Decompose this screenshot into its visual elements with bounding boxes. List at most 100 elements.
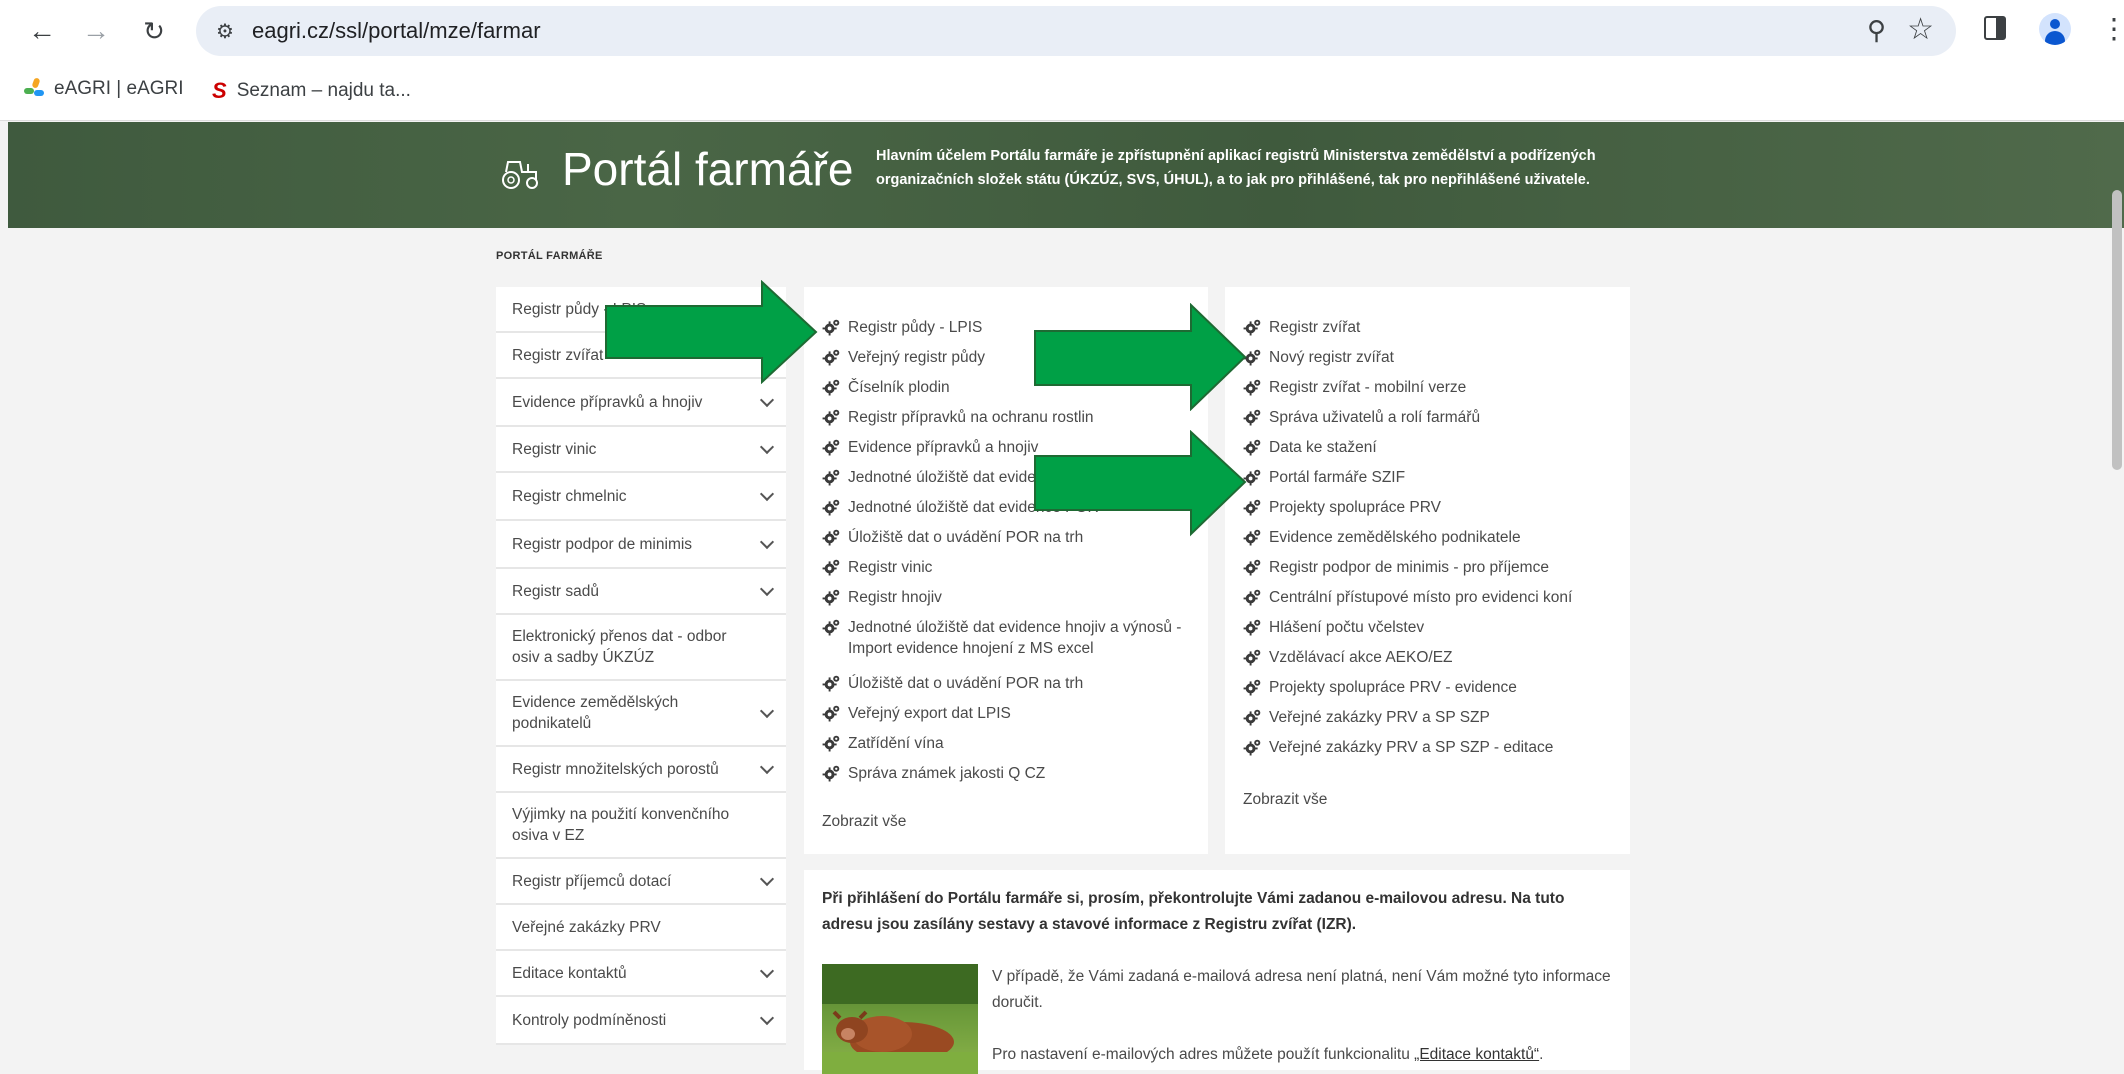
sidebar-item[interactable]: Registr příjemců dotací: [496, 859, 786, 905]
sidebar-item-label: Elektronický přenos dat - odbor osiv a s…: [512, 628, 727, 666]
page-title[interactable]: Portál farmáře: [562, 142, 853, 196]
sidebar-item[interactable]: Registr množitelských porostů: [496, 747, 786, 793]
sidebar-item-label: Veřejné zakázky PRV: [512, 918, 661, 936]
email-invalid-text: V případě, že Vámi zadaná e-mailová adre…: [992, 968, 1611, 1011]
app-link[interactable]: Centrální přístupové místo pro evidenci …: [1243, 587, 1629, 608]
app-link[interactable]: Data ke stažení: [1243, 437, 1629, 458]
app-link[interactable]: Vzdělávací akce AEKO/EZ: [1243, 647, 1629, 668]
seznam-logo-icon: S: [212, 78, 227, 103]
gear-icon: [1243, 618, 1262, 637]
chevron-down-icon[interactable]: [759, 1010, 775, 1026]
zoom-icon[interactable]: ⚲: [1867, 15, 1886, 46]
browser-menu-icon[interactable]: ⋮: [2100, 12, 2124, 45]
app-link-label: Centrální přístupové místo pro evidenci …: [1269, 589, 1573, 606]
sidebar-item-label: Evidence zemědělských podnikatelů: [512, 694, 679, 732]
chevron-down-icon[interactable]: [759, 486, 775, 502]
app-link[interactable]: Hlášení počtu včelstev: [1243, 617, 1629, 638]
chevron-down-icon[interactable]: [759, 534, 775, 550]
chevron-down-icon[interactable]: [759, 581, 775, 597]
bookmarks-bar: eAGRI | eAGRI S Seznam – najdu ta...: [0, 62, 2124, 121]
gear-icon: [1243, 708, 1262, 727]
annotation-arrow-3: [1034, 430, 1247, 537]
email-notice: Při přihlášení do Portálu farmáře si, pr…: [822, 890, 1565, 933]
edit-contacts-link[interactable]: „Editace kontaktů“: [1414, 1046, 1539, 1063]
bookmark-eagri[interactable]: eAGRI | eAGRI: [24, 77, 184, 100]
app-link-label: Registr půdy - LPIS: [848, 319, 983, 336]
app-link[interactable]: Úložiště dat o uvádění POR na trh: [822, 673, 1208, 694]
reload-icon[interactable]: ↻: [136, 13, 172, 49]
app-link[interactable]: Registr hnojiv: [822, 587, 1208, 608]
app-link-label: Projekty spolupráce PRV - evidence: [1269, 679, 1517, 696]
app-link[interactable]: Registr podpor de minimis - pro příjemce: [1243, 557, 1629, 578]
side-panel-icon[interactable]: [1984, 16, 2006, 40]
app-link[interactable]: Veřejný export dat LPIS: [822, 703, 1208, 724]
app-link[interactable]: Projekty spolupráce PRV: [1243, 497, 1629, 518]
app-link[interactable]: Nový registr zvířat: [1243, 347, 1629, 368]
sidebar-item-label: Editace kontaktů: [512, 964, 627, 982]
app-link[interactable]: Projekty spolupráce PRV - evidence: [1243, 677, 1629, 698]
bookmark-seznam[interactable]: S Seznam – najdu ta...: [212, 78, 411, 104]
sidebar-item[interactable]: Elektronický přenos dat - odbor osiv a s…: [496, 615, 786, 681]
app-link[interactable]: Zatřídění vína: [822, 733, 1208, 754]
app-link[interactable]: Registr zvířat: [1243, 317, 1629, 338]
sidebar-item-label: Výjimky na použití konvenčního osiva v E…: [512, 806, 730, 844]
sidebar-item-label: Registr chmelnic: [512, 487, 627, 505]
chevron-down-icon[interactable]: [759, 703, 775, 719]
bookmark-label: Seznam – najdu ta...: [236, 80, 411, 101]
app-link[interactable]: Veřejné zakázky PRV a SP SZP: [1243, 707, 1629, 728]
chevron-down-icon[interactable]: [759, 963, 775, 979]
app-link-label: Nový registr zvířat: [1269, 349, 1394, 366]
app-link-label: Registr hnojiv: [848, 589, 942, 606]
chevron-down-icon[interactable]: [759, 759, 775, 775]
sidebar-item[interactable]: Registr podpor de minimis: [496, 521, 786, 569]
app-link-label: Evidence přípravků a hnojiv: [848, 439, 1039, 456]
gear-icon: [822, 764, 841, 783]
sidebar-item[interactable]: Výjimky na použití konvenčního osiva v E…: [496, 793, 786, 859]
gear-icon: [822, 528, 841, 547]
gear-icon: [822, 558, 841, 577]
sidebar-item-label: Registr podpor de minimis: [512, 535, 693, 553]
site-info-icon[interactable]: ⚙: [210, 16, 240, 46]
app-link[interactable]: Správa známek jakosti Q CZ: [822, 763, 1208, 784]
app-link-label: Evidence zemědělského podnikatele: [1269, 529, 1521, 546]
back-icon[interactable]: ←: [24, 13, 60, 49]
app-link-label: Registr přípravků na ochranu rostlin: [848, 409, 1094, 426]
app-link[interactable]: Portál farmáře SZIF: [1243, 467, 1629, 488]
app-link-label: Veřejné zakázky PRV a SP SZP - editace: [1269, 739, 1554, 756]
sidebar-item[interactable]: Evidence přípravků a hnojiv: [496, 379, 786, 427]
sidebar-item[interactable]: Kontroly podmíněnosti: [496, 997, 786, 1045]
gear-icon: [822, 674, 841, 693]
chevron-down-icon[interactable]: [759, 871, 775, 887]
app-link[interactable]: Evidence zemědělského podnikatele: [1243, 527, 1629, 548]
app-link-label: Registr zvířat: [1269, 319, 1361, 336]
cow-image: [822, 964, 978, 1074]
sidebar-item-label: Registr množitelských porostů: [512, 760, 719, 778]
sidebar-item[interactable]: Registr sadů: [496, 569, 786, 615]
app-link[interactable]: Registr vinic: [822, 557, 1208, 578]
app-link-label: Správa známek jakosti Q CZ: [848, 765, 1046, 782]
app-link-label: Veřejný registr půdy: [848, 349, 985, 366]
gear-icon: [822, 498, 841, 517]
sidebar-item[interactable]: Editace kontaktů: [496, 951, 786, 997]
show-all-link[interactable]: Zobrazit vše: [1243, 791, 1327, 809]
address-bar[interactable]: ⚙ eagri.cz/ssl/portal/mze/farmar ⚲ ☆: [196, 6, 1956, 56]
sidebar-item[interactable]: Veřejné zakázky PRV: [496, 905, 786, 951]
gear-icon: [822, 704, 841, 723]
app-link-label: Data ke stažení: [1269, 439, 1377, 456]
sidebar-item[interactable]: Registr vinic: [496, 427, 786, 473]
page-scrollbar[interactable]: [2112, 190, 2122, 470]
forward-icon[interactable]: →: [78, 13, 114, 49]
app-link[interactable]: Veřejné zakázky PRV a SP SZP - editace: [1243, 737, 1629, 758]
app-link[interactable]: Registr zvířat - mobilní verze: [1243, 377, 1629, 398]
show-all-link[interactable]: Zobrazit vše: [822, 813, 906, 831]
bookmark-star-icon[interactable]: ☆: [1907, 12, 1934, 47]
chevron-down-icon[interactable]: [759, 439, 775, 455]
url-text[interactable]: eagri.cz/ssl/portal/mze/farmar: [252, 18, 541, 44]
breadcrumb[interactable]: PORTÁL FARMÁŘE: [496, 250, 603, 262]
profile-avatar[interactable]: [2039, 13, 2071, 45]
app-link[interactable]: Jednotné úložiště dat evidence hnojiv a …: [822, 617, 1208, 659]
sidebar-item[interactable]: Evidence zemědělských podnikatelů: [496, 681, 786, 747]
app-link[interactable]: Správa uživatelů a rolí farmářů: [1243, 407, 1629, 428]
chevron-down-icon[interactable]: [759, 392, 775, 408]
sidebar-item[interactable]: Registr chmelnic: [496, 473, 786, 521]
